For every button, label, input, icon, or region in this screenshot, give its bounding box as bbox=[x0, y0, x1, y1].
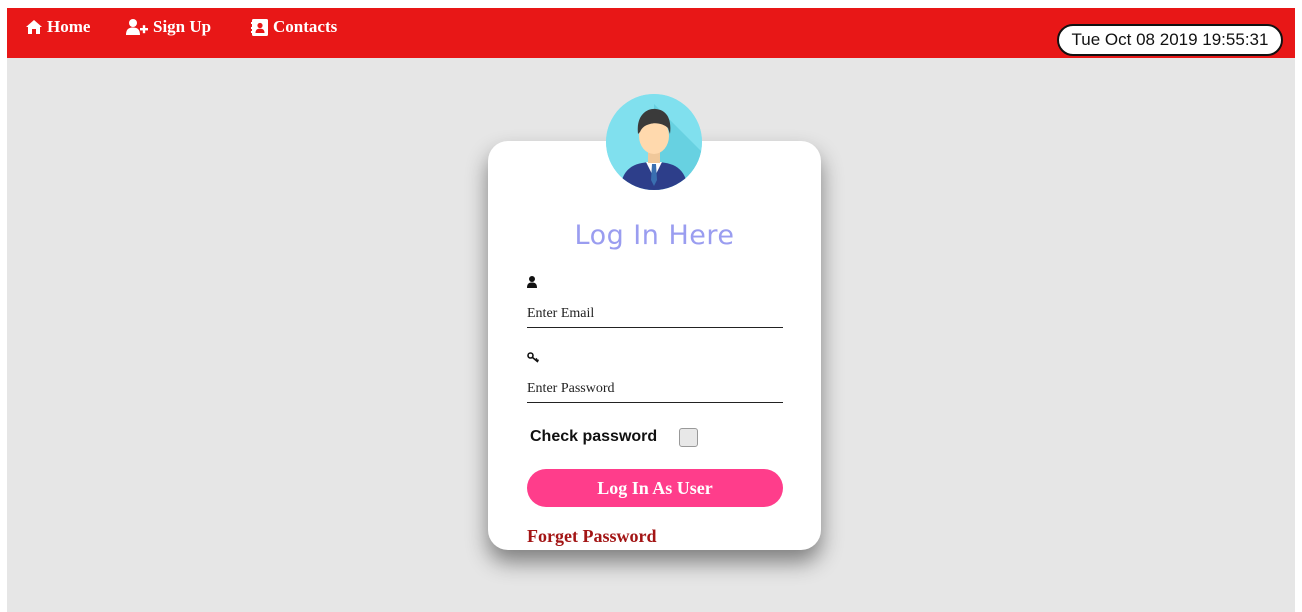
login-title: Log In Here bbox=[574, 220, 735, 251]
nav-home[interactable]: Home bbox=[26, 17, 90, 37]
nav-sign-up[interactable]: Sign Up bbox=[126, 17, 211, 37]
user-plus-icon bbox=[126, 19, 148, 35]
home-icon bbox=[26, 20, 42, 34]
password-input[interactable] bbox=[527, 375, 783, 403]
user-avatar-icon bbox=[606, 94, 702, 190]
login-as-user-button[interactable]: Log In As User bbox=[527, 469, 783, 507]
nav-contacts-label: Contacts bbox=[273, 17, 338, 36]
nav-contacts[interactable]: Contacts bbox=[251, 17, 337, 37]
check-password-checkbox[interactable] bbox=[679, 428, 698, 447]
check-password-label: Check password bbox=[530, 428, 658, 445]
date-time-clock: Tue Oct 08 2019 19:55:31 bbox=[1057, 24, 1283, 56]
nav-sign-up-label: Sign Up bbox=[153, 17, 212, 36]
email-input[interactable] bbox=[527, 300, 783, 328]
user-icon bbox=[527, 275, 537, 293]
address-book-icon bbox=[251, 18, 268, 36]
key-icon bbox=[527, 350, 540, 368]
forget-password-link[interactable]: Forget Password bbox=[527, 526, 656, 548]
nav-home-label: Home bbox=[47, 17, 91, 36]
